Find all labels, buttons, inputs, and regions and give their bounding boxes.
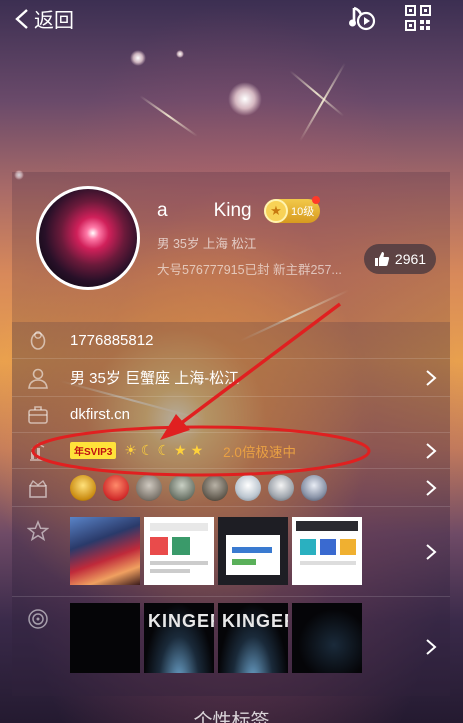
chevron-left-icon [15,8,28,29]
profile-info-list: 1776885812 男 35岁 巨蟹座 上海-松江 dkfirst.cn 年S… [12,322,450,696]
person-icon [26,366,50,390]
medal-icon [169,475,195,501]
moon-icon: ☾ [140,442,154,458]
photo-text: KINGER [222,611,288,631]
media-thumbnails: KINGER KINGER [70,603,362,673]
photo-thumbnail[interactable] [70,517,140,585]
decorative-sparkle [130,50,146,66]
avatar[interactable] [36,186,140,290]
media-thumbnail[interactable] [292,603,362,673]
photo-wall-row[interactable] [12,506,450,596]
photo-thumbnail[interactable] [144,517,214,585]
media-thumbnail[interactable] [70,603,140,673]
star-icon: ★ [190,442,204,458]
photo-thumbnails [70,517,362,585]
profile-signature[interactable]: 大号576777915已封 新主群257... [157,259,357,278]
qr-code-icon[interactable] [404,4,432,32]
nickname: a King [157,200,252,222]
vip-level-row[interactable]: 年SVIP3 ☀ ☾ ☾ ★ ★ 2.0倍极速中 [12,432,450,468]
photo-thumbnail[interactable] [218,517,288,585]
sun-icon: ☀ [124,442,137,458]
medal-icon [136,475,162,501]
star-badge-icon [301,475,327,501]
media-thumbnail[interactable]: KINGER [144,603,214,673]
top-bar: 返回 [0,0,463,36]
crown-icon: ★ [264,199,288,223]
medal-icon [202,475,228,501]
personal-info-row[interactable]: 男 35岁 巨蟹座 上海-松江 [12,358,450,396]
decorative-sparkle [176,50,184,58]
medals-row[interactable] [12,468,450,506]
chevron-right-icon [426,369,437,386]
level-icons: ☀ ☾ ☾ ★ ★ [124,442,203,459]
level-chart-icon [26,439,50,463]
annual-svip-badge: 年SVIP3 [70,442,117,459]
medal-list [70,475,327,501]
thumbs-up-icon [374,252,390,266]
like-button[interactable]: 2961 [364,244,436,274]
speed-status: 2.0倍极速中 [223,444,296,460]
back-button[interactable]: 返回 [14,4,74,33]
like-count: 2961 [394,251,427,267]
gold-medal-icon [70,475,96,501]
vip-level-content: 年SVIP3 ☀ ☾ ☾ ★ ★ 2.0倍极速中 [70,441,296,461]
target-icon [26,607,50,631]
music-row[interactable]: KINGER KINGER [12,596,450,696]
chevron-right-icon [426,479,437,496]
lv5-medal-icon [103,475,129,501]
photo-thumbnail[interactable] [292,517,362,585]
gift-box-icon [26,476,50,500]
penguin-icon [26,328,50,352]
profile-subinfo: 男 35岁 上海 松江 [157,237,257,251]
personal-info: 男 35岁 巨蟹座 上海-松江 [70,370,240,387]
chevron-right-icon [426,638,437,655]
photo-text: KINGER [148,611,214,631]
star-outline-icon [26,519,50,543]
shield-icon [268,475,294,501]
qq-number-row[interactable]: 1776885812 [12,322,450,358]
website-text: dkfirst.cn [70,406,131,423]
qq-number: 1776885812 [70,331,154,349]
nickname-part1: a [157,200,168,221]
vip-level-label: 10级 [291,206,315,218]
personal-tags-title: 个性标签 [193,711,270,723]
media-thumbnail[interactable]: KINGER [218,603,288,673]
chevron-right-icon [426,543,437,560]
moon-icon: ☾ [157,442,171,458]
star-icon: ★ [174,442,187,458]
nickname-part2: King [213,200,252,221]
diamond-icon [235,475,261,501]
notification-dot [312,196,320,204]
back-label: 返回 [34,10,74,32]
website-row[interactable]: dkfirst.cn [12,396,450,432]
chevron-right-icon [426,442,437,459]
music-note-play-icon[interactable] [348,4,376,32]
vip-level-badge[interactable]: ★ 10级 [264,199,320,223]
briefcase-icon [26,403,50,427]
decorative-sparkle [228,82,262,116]
